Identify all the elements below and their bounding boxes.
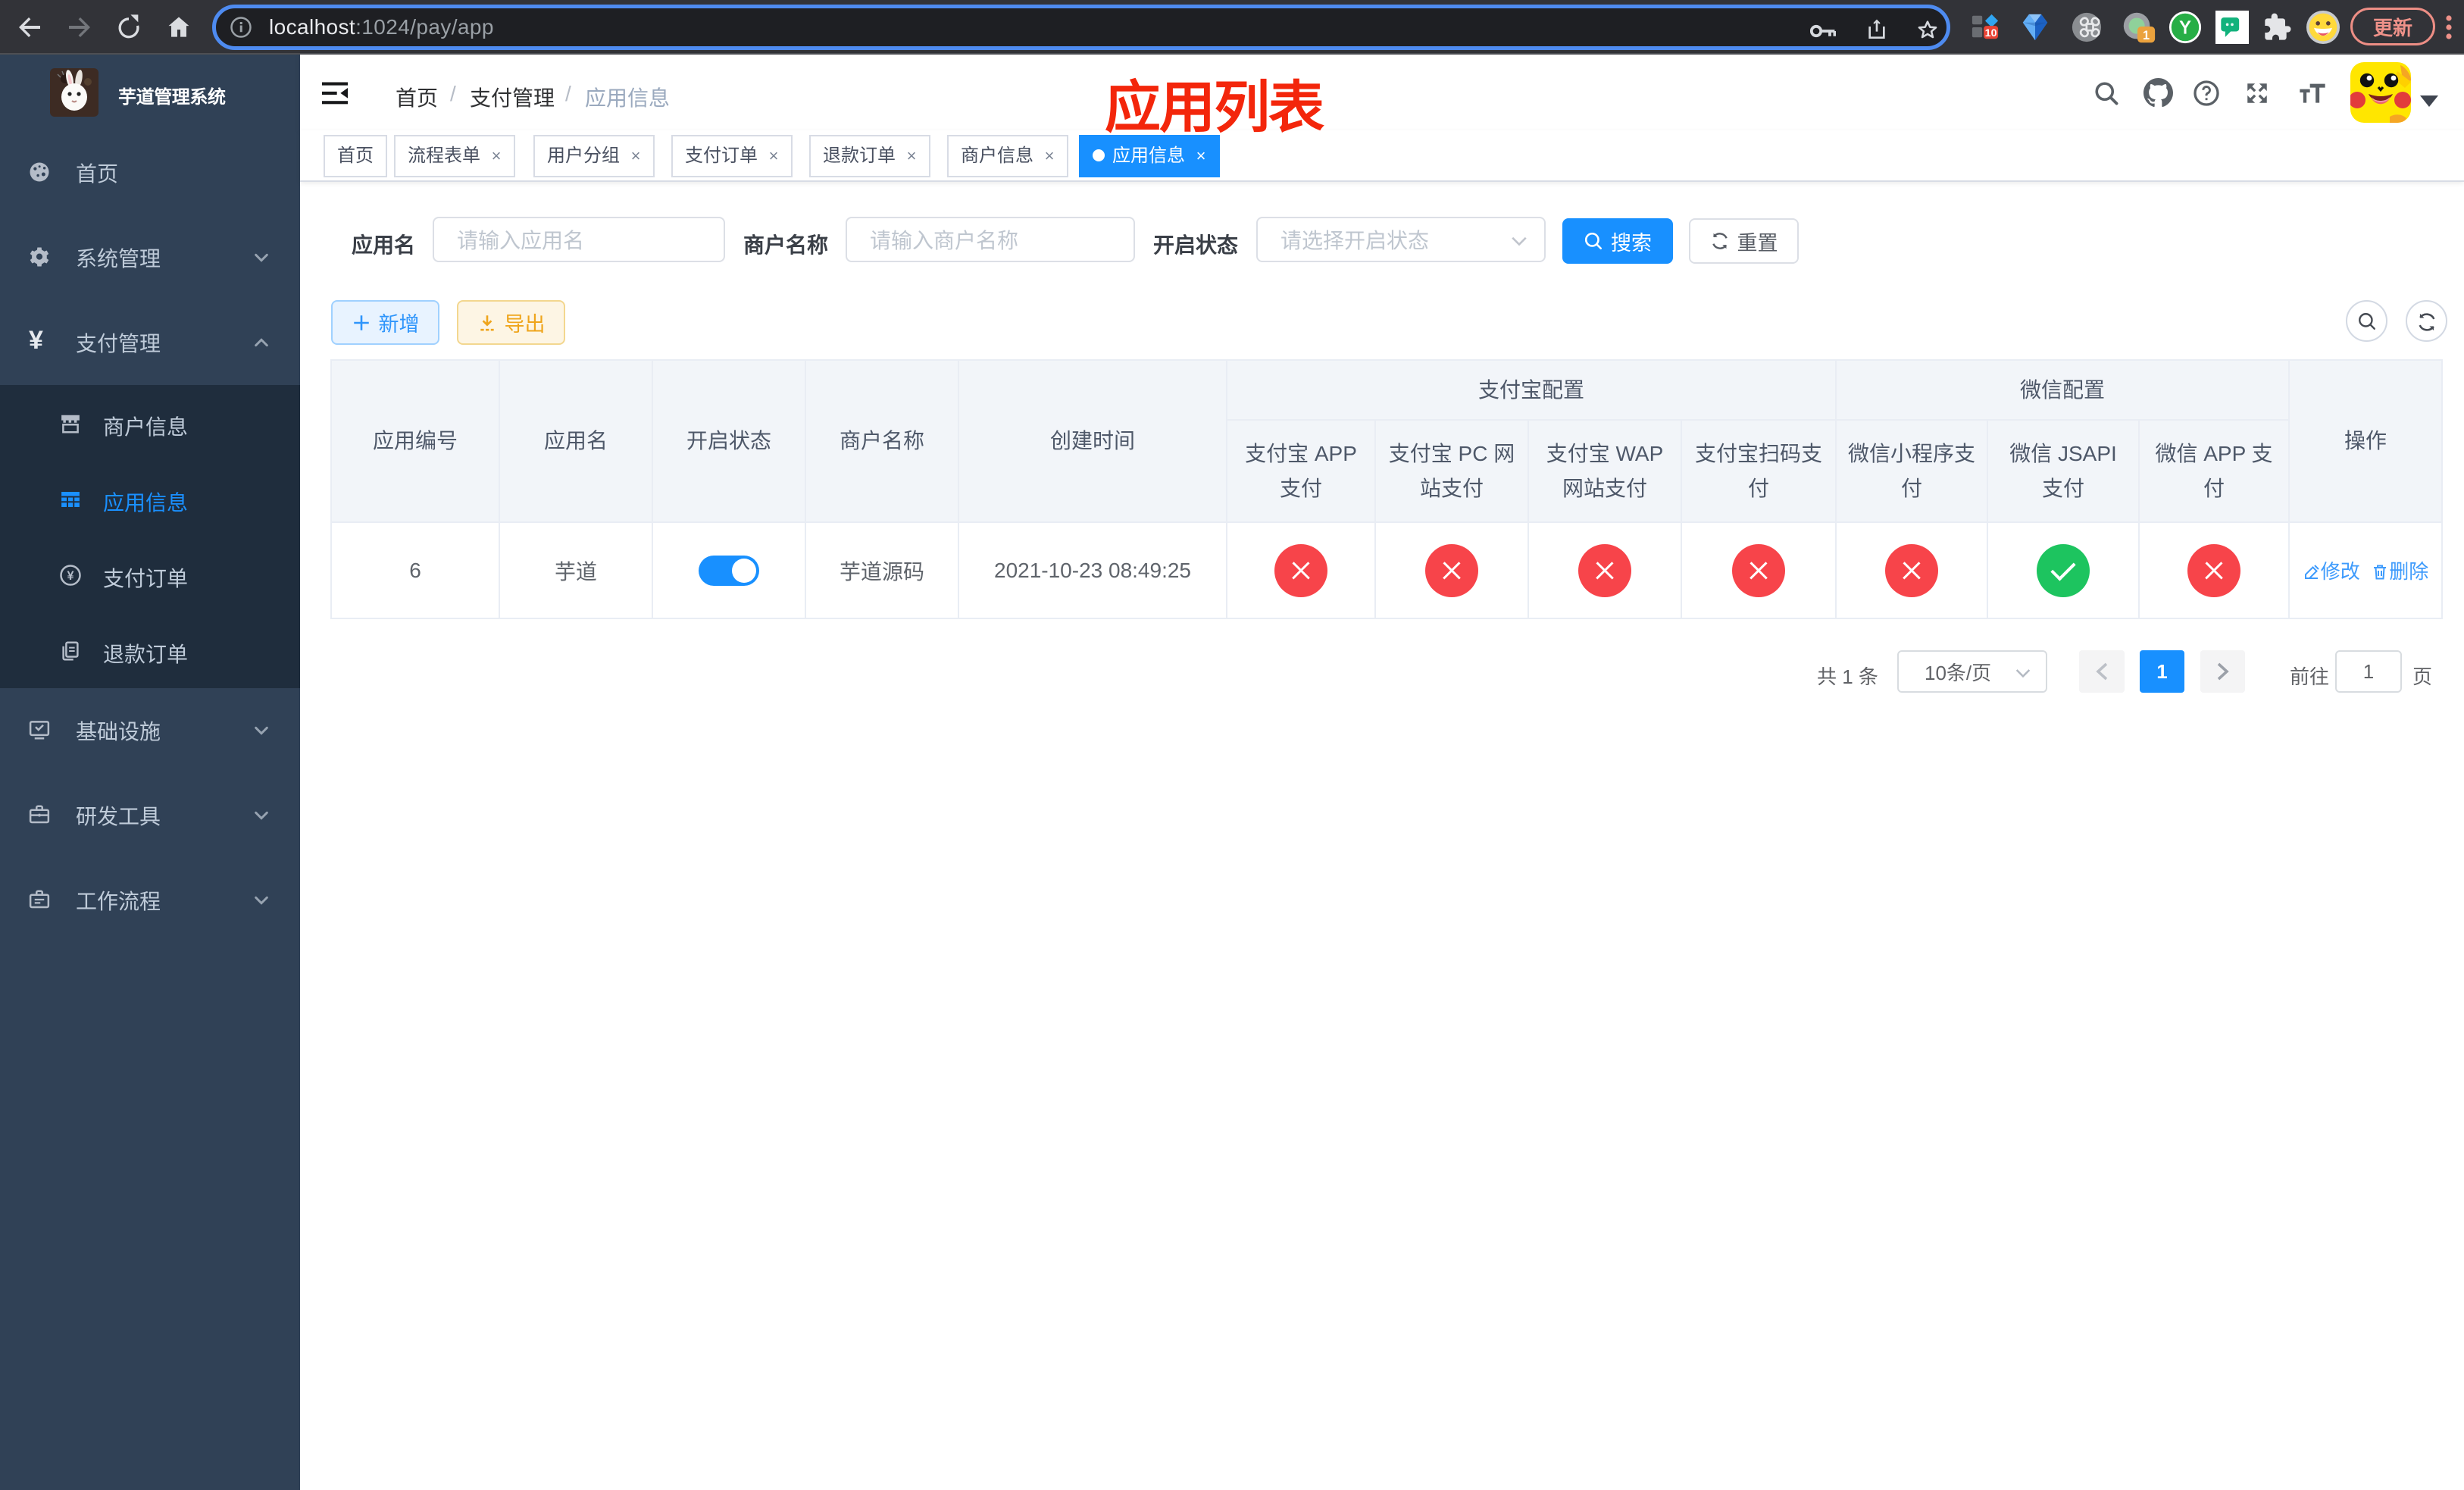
svg-text:¥: ¥ bbox=[67, 569, 73, 583]
svg-text:10: 10 bbox=[1985, 27, 1997, 39]
svg-text:1: 1 bbox=[2143, 29, 2150, 42]
